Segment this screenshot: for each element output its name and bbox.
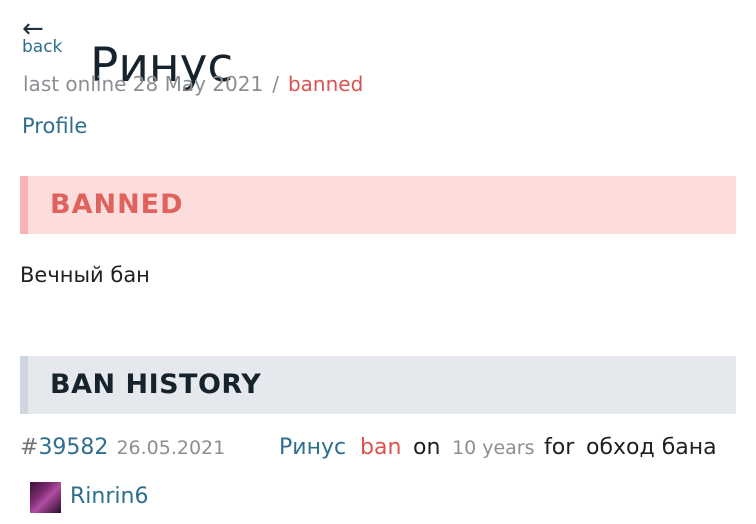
back-label: back	[22, 37, 63, 57]
avatar[interactable]	[30, 481, 61, 513]
ban-history-header: BAN HISTORY	[20, 356, 736, 414]
entry-date: 26.05.2021	[116, 437, 226, 459]
entry-id-link[interactable]: 39582	[38, 435, 108, 460]
entry-user-link[interactable]: Ринус	[279, 432, 346, 464]
meta-separator: /	[272, 72, 279, 96]
entry-for-text: for	[544, 435, 575, 460]
banned-banner: BANNED	[20, 176, 736, 234]
entry-duration: 10 years	[452, 437, 535, 459]
ban-history-title: BAN HISTORY	[50, 369, 262, 400]
moderator-link[interactable]: Rinrin6	[70, 481, 148, 513]
moderator: Rinrin6	[30, 481, 148, 513]
ban-history-entry: #39582 26.05.2021 Ринус ban on 10 years f…	[20, 432, 736, 466]
entry-on-text: on	[413, 435, 441, 460]
status-badge: banned	[287, 72, 364, 96]
user-meta: last online 28 May 2021 / banned	[23, 71, 363, 97]
profile-link[interactable]: Profile	[22, 112, 87, 140]
last-online-text: last online 28 May 2021	[23, 72, 264, 96]
ban-reason: Вечный бан	[20, 263, 150, 287]
back-button[interactable]: ← back	[22, 16, 66, 57]
entry-hash: #	[20, 435, 39, 460]
entry-action: ban	[360, 435, 402, 460]
entry-reason: обход бана	[586, 435, 717, 460]
banned-title: BANNED	[50, 189, 184, 220]
